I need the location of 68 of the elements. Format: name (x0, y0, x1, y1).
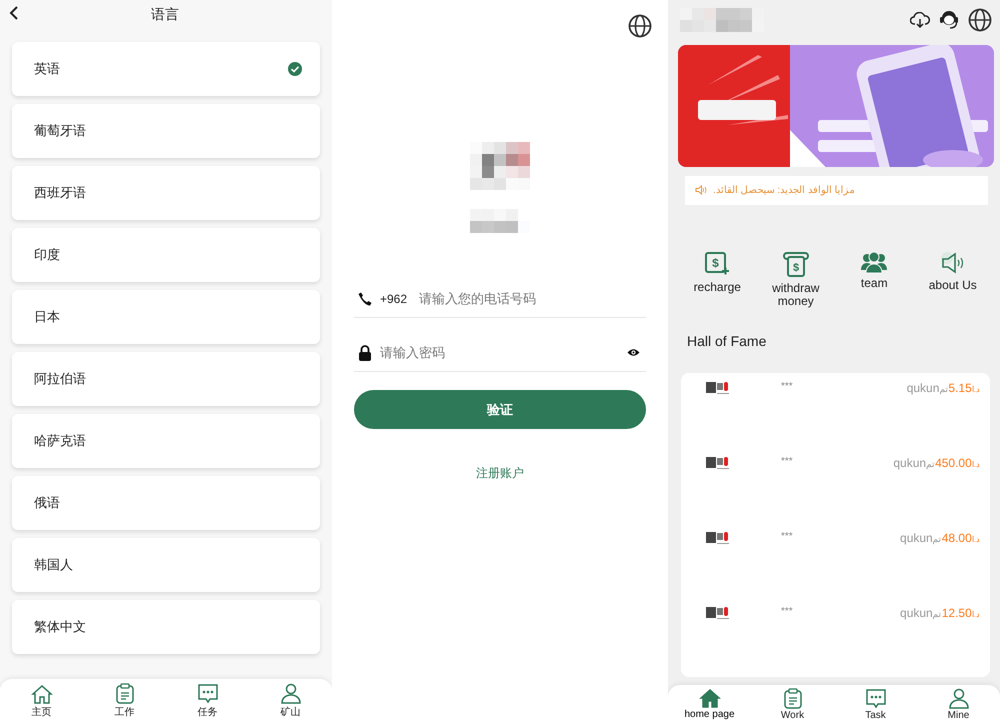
eye-icon[interactable] (627, 348, 640, 357)
chat-icon (864, 688, 886, 709)
language-item[interactable]: 哈萨克语 (12, 414, 320, 468)
tab-bar-item[interactable]: 任务 (166, 679, 249, 723)
headset-icon[interactable] (938, 8, 960, 31)
tab-bar-item[interactable]: 工作 (83, 679, 166, 723)
user-name: qukun (906, 381, 940, 396)
amount: 5.15 (948, 381, 972, 396)
phone-icon (358, 292, 372, 306)
language-item[interactable]: 西班牙语 (12, 166, 320, 220)
language-item[interactable]: 印度 (12, 228, 320, 282)
password-field[interactable]: 请输入密码 (380, 345, 619, 360)
tab-bar-item[interactable]: Mine (917, 685, 1000, 723)
quick-action[interactable]: about Us (914, 251, 992, 312)
tab-bar-item[interactable]: Task (834, 685, 917, 723)
user-name: qukun (900, 606, 933, 620)
tab-bar-item[interactable]: Work (751, 685, 834, 723)
tab-bar-item[interactable]: home page (668, 685, 751, 723)
chat-icon (196, 683, 218, 704)
language-item[interactable]: 日本 (12, 290, 320, 344)
language-item[interactable]: 繁体中文 (12, 600, 320, 654)
user-name: qukun (893, 456, 926, 470)
user-name: qukun (900, 531, 933, 546)
name-suffix: تم (926, 459, 936, 470)
currency: د.ا (972, 385, 980, 394)
person-icon (948, 688, 970, 709)
quick-action[interactable]: team (835, 251, 914, 312)
masked-user: *** (781, 381, 794, 392)
home-icon (30, 684, 52, 704)
language-icon[interactable] (968, 8, 992, 32)
currency: د.ا (972, 610, 980, 620)
masked-user: *** (781, 456, 794, 468)
clipboard-icon (114, 683, 134, 704)
masked-user: *** (781, 606, 794, 618)
language-item[interactable]: 英语 (12, 42, 320, 96)
clipboard-icon (782, 688, 802, 709)
cloud-download-icon[interactable] (910, 12, 930, 28)
home-icon (698, 688, 720, 708)
speaker-icon (695, 185, 707, 196)
name-suffix: تم (939, 384, 948, 394)
verify-button[interactable]: 验证 (354, 390, 646, 429)
language-icon[interactable] (628, 14, 652, 38)
name-suffix: تم (932, 609, 942, 620)
register-link[interactable]: 注册账户 (476, 465, 524, 482)
quick-action[interactable]: $ withdraw money (756, 251, 835, 312)
language-item[interactable]: 俄语 (12, 476, 320, 530)
language-item[interactable]: 韩国人 (12, 538, 320, 592)
language-item[interactable]: 阿拉伯语 (12, 352, 320, 406)
amount: 450.00 (935, 456, 972, 470)
phone-field[interactable]: 请输入您的电话号码 (419, 291, 646, 306)
speaker-icon (940, 251, 966, 276)
tab-bar-item[interactable]: 矿山 (249, 679, 332, 723)
team-icon (861, 251, 888, 274)
currency: د.ا (972, 460, 980, 470)
language-item[interactable]: 葡萄牙语 (12, 104, 320, 158)
section-title: Hall of Fame (687, 333, 768, 350)
notice-text: مزايا الوافد الجديد: سيحصل القائد. (713, 184, 855, 196)
lock-icon (358, 344, 372, 360)
amount: 12.50 (942, 606, 972, 620)
amount: 48.00 (942, 531, 972, 546)
quick-action[interactable]: $ recharge (678, 251, 756, 312)
currency: د.ا (972, 535, 980, 544)
name-suffix: تم (932, 534, 942, 544)
screen-title: 语言 (151, 6, 179, 24)
country-code[interactable]: +962 (380, 292, 408, 306)
masked-user: *** (781, 531, 794, 542)
person-icon (280, 683, 302, 704)
tab-bar-item[interactable]: 主页 (0, 679, 83, 723)
